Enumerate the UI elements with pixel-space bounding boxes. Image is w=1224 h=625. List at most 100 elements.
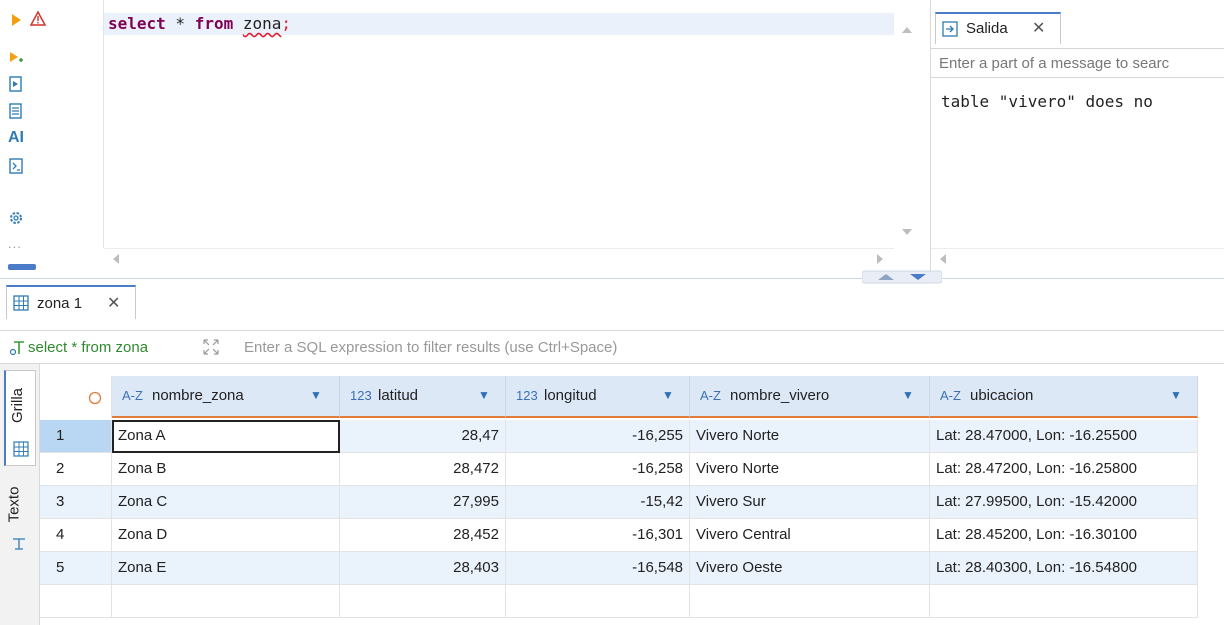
string-type-icon: A-Z (700, 388, 721, 403)
cell-nombre-zona[interactable]: Zona E (112, 552, 340, 585)
tab-grilla[interactable]: Grilla (4, 370, 36, 466)
cell-nombre-vivero[interactable]: Vivero Norte (690, 453, 930, 486)
output-panel: Salida ✕ Enter a part of a message to se… (930, 0, 1224, 278)
more-icon[interactable]: ... (8, 236, 22, 251)
cell-ubicacion[interactable]: Lat: 28.40300, Lon: -16.54800 (930, 552, 1198, 585)
execute-icon[interactable] (8, 12, 24, 28)
empty-cell (40, 585, 112, 618)
cell-longitud[interactable]: -15,42 (506, 486, 690, 519)
column-header-latitud[interactable]: 123 latitud ▼ (340, 376, 506, 418)
cell-ubicacion[interactable]: Lat: 28.47000, Lon: -16.25500 (930, 420, 1198, 453)
cell-nombre-zona[interactable]: Zona C (112, 486, 340, 519)
panel-splitter[interactable] (0, 270, 1224, 284)
scroll-down-icon[interactable] (898, 226, 916, 238)
terminal-icon[interactable] (8, 158, 24, 174)
editor-horizontal-scrollbar[interactable] (104, 248, 894, 268)
row-number-header[interactable] (40, 376, 112, 418)
sql-semicolon: ; (281, 14, 292, 33)
tab-grilla-label: Grilla (9, 387, 27, 424)
editor-toolbar: AI ... (0, 0, 48, 278)
tab-zona-label: zona 1 (37, 295, 83, 312)
grid-icon (13, 441, 29, 457)
column-header-longitud[interactable]: 123 longitud ▼ (506, 376, 690, 418)
cell-ubicacion[interactable]: Lat: 28.47200, Lon: -16.25800 (930, 453, 1198, 486)
column-header-label: nombre_vivero (730, 387, 830, 404)
number-type-icon: 123 (350, 388, 372, 403)
sort-dropdown-icon[interactable]: ▼ (478, 388, 490, 402)
cell-nombre-vivero[interactable]: Vivero Sur (690, 486, 930, 519)
cell-latitud[interactable]: 28,472 (340, 453, 506, 486)
row-number[interactable]: 3 (40, 486, 112, 519)
filter-icon[interactable] (8, 339, 28, 357)
column-header-nombre-zona[interactable]: A-Z nombre_zona ▼ (112, 376, 340, 418)
sql-editor[interactable]: select * from zona; (104, 0, 894, 248)
sort-dropdown-icon[interactable]: ▼ (310, 388, 322, 402)
cell-nombre-vivero[interactable]: Vivero Norte (690, 420, 930, 453)
sql-table-name: zona (242, 14, 282, 33)
column-header-label: nombre_zona (152, 387, 244, 404)
column-header-nombre-vivero[interactable]: A-Z nombre_vivero ▼ (690, 376, 930, 418)
cell-latitud[interactable]: 28,47 (340, 420, 506, 453)
cell-ubicacion[interactable]: Lat: 28.45200, Lon: -16.30100 (930, 519, 1198, 552)
number-type-icon: 123 (516, 388, 538, 403)
cell-longitud[interactable]: -16,301 (506, 519, 690, 552)
column-header-label: ubicacion (970, 387, 1034, 404)
scroll-right-icon[interactable] (874, 252, 886, 266)
empty-cell (690, 585, 930, 618)
filter-input[interactable]: Enter a SQL expression to filter results… (244, 339, 617, 356)
cell-nombre-zona[interactable]: Zona A (112, 420, 340, 453)
output-horizontal-scrollbar[interactable] (931, 248, 1224, 268)
column-header-ubicacion[interactable]: A-Z ubicacion ▼ (930, 376, 1198, 418)
explain-plan-icon[interactable] (8, 103, 24, 119)
cell-nombre-vivero[interactable]: Vivero Central (690, 519, 930, 552)
results-grid: A-Z nombre_zona ▼ 123 latitud ▼ 123 long… (40, 364, 1224, 625)
line-gutter (48, 0, 104, 248)
string-type-icon: A-Z (940, 388, 961, 403)
cell-nombre-zona[interactable]: Zona D (112, 519, 340, 552)
cell-latitud[interactable]: 28,452 (340, 519, 506, 552)
execute-new-tab-icon[interactable] (8, 50, 24, 66)
settings-icon[interactable] (8, 210, 24, 226)
expand-icon[interactable] (200, 336, 222, 358)
scroll-up-icon[interactable] (898, 24, 916, 36)
sql-statement[interactable]: select * from zona; (108, 14, 291, 33)
ai-icon[interactable]: AI (8, 129, 24, 147)
query-label[interactable]: select * from zona (28, 339, 148, 356)
view-mode-tabs: Grilla Texto (0, 364, 40, 625)
tab-salida[interactable]: Salida ✕ (935, 12, 1061, 44)
cell-longitud[interactable]: -16,548 (506, 552, 690, 585)
cell-latitud[interactable]: 27,995 (340, 486, 506, 519)
execute-script-icon[interactable] (8, 76, 24, 92)
scroll-left-icon[interactable] (110, 252, 122, 266)
cell-latitud[interactable]: 28,403 (340, 552, 506, 585)
output-message: table "vivero" does no (941, 92, 1153, 111)
row-number[interactable]: 5 (40, 552, 112, 585)
sort-dropdown-icon[interactable]: ▼ (662, 388, 674, 402)
tab-salida-label: Salida (966, 20, 1008, 37)
row-number[interactable]: 2 (40, 453, 112, 486)
cell-ubicacion[interactable]: Lat: 27.99500, Lon: -15.42000 (930, 486, 1198, 519)
sql-space (233, 14, 243, 33)
cell-nombre-vivero[interactable]: Vivero Oeste (690, 552, 930, 585)
close-icon[interactable]: ✕ (107, 293, 120, 313)
editor-vertical-scrollbar[interactable] (898, 12, 916, 248)
tab-texto[interactable]: Texto (4, 470, 36, 570)
scroll-left-icon[interactable] (937, 252, 949, 266)
column-header-label: latitud (378, 387, 419, 404)
cell-nombre-zona[interactable]: Zona B (112, 453, 340, 486)
select-all-icon[interactable] (88, 391, 102, 405)
collapse-toggle-icon[interactable] (862, 270, 942, 284)
sql-keyword: select (108, 14, 166, 33)
sort-dropdown-icon[interactable]: ▼ (902, 388, 914, 402)
row-number[interactable]: 1 (40, 420, 112, 453)
string-type-icon: A-Z (122, 388, 143, 403)
close-icon[interactable]: ✕ (1032, 18, 1045, 38)
tab-zona-1[interactable]: zona 1 ✕ (6, 285, 136, 319)
warning-icon (30, 11, 46, 26)
row-number[interactable]: 4 (40, 519, 112, 552)
cell-longitud[interactable]: -16,258 (506, 453, 690, 486)
cell-longitud[interactable]: -16,255 (506, 420, 690, 453)
tab-texto-label: Texto (5, 486, 23, 523)
output-search-input[interactable]: Enter a part of a message to searc (931, 48, 1224, 78)
sort-dropdown-icon[interactable]: ▼ (1170, 388, 1182, 402)
